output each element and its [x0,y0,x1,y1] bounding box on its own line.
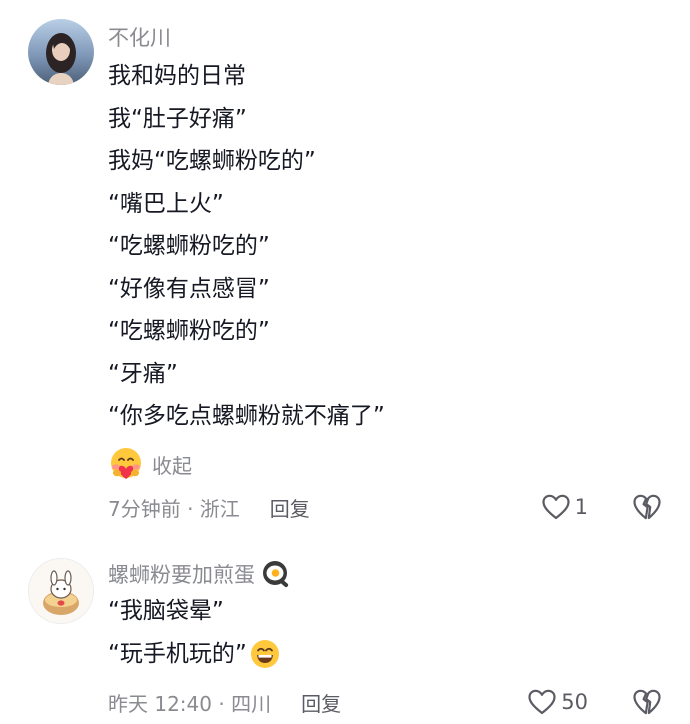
comment-line: “好像有点感冒” [108,275,270,302]
comment-body: 我和妈的日常 我“肚子好痛” 我妈“吃螺蛳粉吃的” “嘴巴上火” “吃螺蛳粉吃的… [108,55,385,438]
avatar[interactable] [28,558,94,624]
collapse-label: 收起 [152,453,192,478]
comment-line: “吃螺蛳粉吃的” [108,318,270,344]
comment-time-location: 昨天 12:40 · 四川 [108,691,272,716]
comment-line-text: “玩手机玩的” [108,640,247,667]
comment-line: “你多吃点螺蛳粉就不痛了” [108,403,385,429]
comment-line: “玩手机玩的” [108,633,281,676]
comment-item: 不化川 我和妈的日常 我“肚子好痛” 我妈“吃螺蛳粉吃的” “嘴巴上火” “吃螺… [0,0,690,530]
comment-item: 螺蛳粉要加煎蛋 “我脑袋晕” “玩手机玩的” 昨天 12:40 · 四川 回复 … [0,530,690,724]
like-button[interactable]: 50 [527,688,588,716]
avatar[interactable] [28,19,94,85]
comment-time-location: 7分钟前 · 浙江 [108,496,240,521]
comment-line: “牙痛” [108,360,178,387]
heart-outline-icon [541,493,571,521]
comment-actions: 1 [541,493,662,521]
like-count: 50 [561,690,588,714]
reply-button[interactable]: 回复 [301,688,341,717]
comment-meta: 昨天 12:40 · 四川 回复 50 [108,682,662,722]
comment-body: “我脑袋晕” “玩手机玩的” [108,590,281,675]
broken-heart-outline-icon [632,493,662,521]
fried-egg-pan-emoji-icon [261,559,291,589]
comment-author[interactable]: 不化川 [108,22,171,52]
broken-heart-outline-icon [632,688,662,716]
like-button[interactable]: 1 [541,493,588,521]
heart-hug-face-emoji-icon [108,446,144,482]
grinning-face-emoji-icon [249,638,281,670]
comment-line: 我妈“吃螺蛳粉吃的” [108,148,316,174]
author-name[interactable]: 螺蛳粉要加煎蛋 [108,559,255,589]
author-name[interactable]: 不化川 [108,22,171,52]
like-count: 1 [574,495,588,519]
dislike-button[interactable] [632,493,662,521]
comment-line: 我“肚子好痛” [108,105,247,132]
collapse-button[interactable]: 收起 [108,446,192,482]
comment-line: “嘴巴上火” [108,190,224,217]
comment-meta: 7分钟前 · 浙江 回复 1 [108,487,662,527]
comment-line: “我脑袋晕” [108,598,224,624]
comment-line: 我和妈的日常 [108,63,246,89]
dislike-button[interactable] [632,688,662,716]
heart-outline-icon [527,688,557,716]
comment-author[interactable]: 螺蛳粉要加煎蛋 [108,558,291,590]
reply-button[interactable]: 回复 [270,493,310,522]
comment-actions: 50 [527,688,662,716]
comment-line: “吃螺蛳粉吃的” [108,233,270,259]
